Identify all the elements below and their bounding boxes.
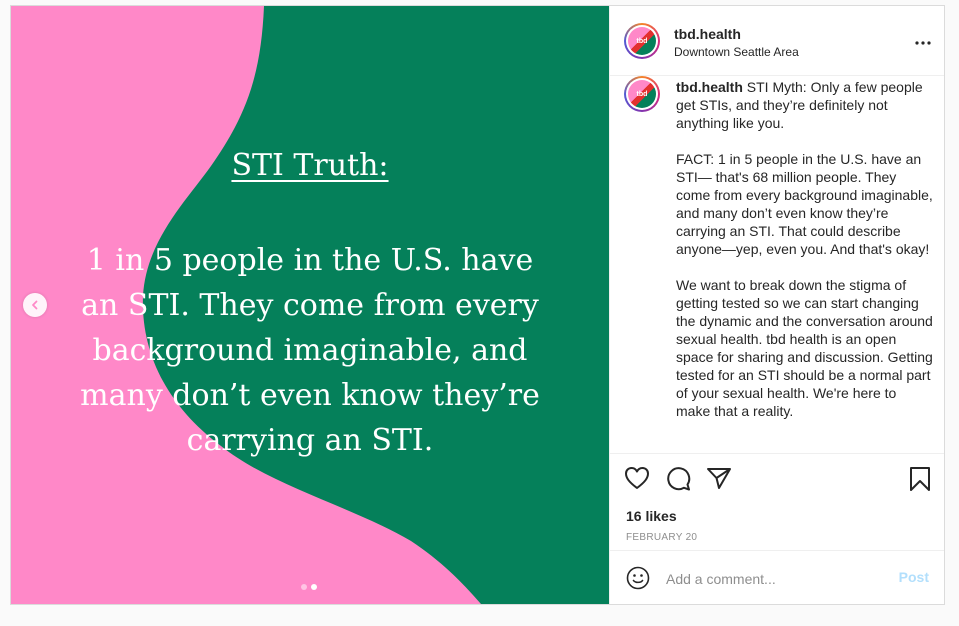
carousel-indicator <box>301 584 317 590</box>
more-options-button[interactable] <box>915 32 931 50</box>
carousel-dot <box>301 584 307 590</box>
header-location[interactable]: Downtown Seattle Area <box>674 45 799 59</box>
post-media[interactable]: STI Truth: 1 in 5 people in the U.S. hav… <box>11 6 609 604</box>
post-sidebar: tbd tbd.health Downtown Seattle Area tbd… <box>609 6 944 604</box>
more-options-icon <box>915 41 931 45</box>
heart-icon <box>625 467 649 489</box>
save-button[interactable] <box>909 466 931 497</box>
caption: tbd.health STI Myth: Only a few people g… <box>676 78 934 420</box>
avatar-image: tbd <box>628 27 656 55</box>
instagram-post: STI Truth: 1 in 5 people in the U.S. hav… <box>10 5 945 605</box>
like-button[interactable] <box>624 466 650 495</box>
chevron-left-icon <box>32 300 38 310</box>
header-username[interactable]: tbd.health <box>674 26 741 42</box>
post-date[interactable]: FEBRUARY 20 <box>626 532 697 543</box>
emoji-button[interactable] <box>626 566 650 595</box>
caption-avatar[interactable]: tbd <box>624 76 660 112</box>
comment-input[interactable] <box>664 564 888 594</box>
paper-plane-icon <box>707 468 731 489</box>
action-bar: 16 likes FEBRUARY 20 <box>610 453 944 550</box>
likes-count[interactable]: 16 likes <box>626 508 677 524</box>
avatar[interactable]: tbd <box>624 23 660 59</box>
carousel-dot-active <box>311 584 317 590</box>
slide-body-text: 1 in 5 people in the U.S. have an STI. T… <box>80 243 540 458</box>
previous-slide-button[interactable] <box>23 293 47 317</box>
avatar-image: tbd <box>628 80 656 108</box>
caption-username[interactable]: tbd.health <box>676 79 743 95</box>
post-header: tbd tbd.health Downtown Seattle Area <box>610 6 944 76</box>
comment-button[interactable] <box>665 466 691 497</box>
share-button[interactable] <box>706 466 732 495</box>
caption-text: STI Myth: Only a few people get STIs, an… <box>676 79 933 419</box>
emoji-icon <box>626 566 650 590</box>
bookmark-icon <box>910 467 930 491</box>
slide-title: STI Truth: <box>231 148 389 183</box>
comment-bubble-icon <box>667 467 691 491</box>
post-comment-button[interactable]: Post <box>899 569 929 585</box>
add-comment-bar: Post <box>610 550 944 604</box>
comments-section[interactable]: tbd tbd.health STI Myth: Only a few peop… <box>610 76 944 453</box>
